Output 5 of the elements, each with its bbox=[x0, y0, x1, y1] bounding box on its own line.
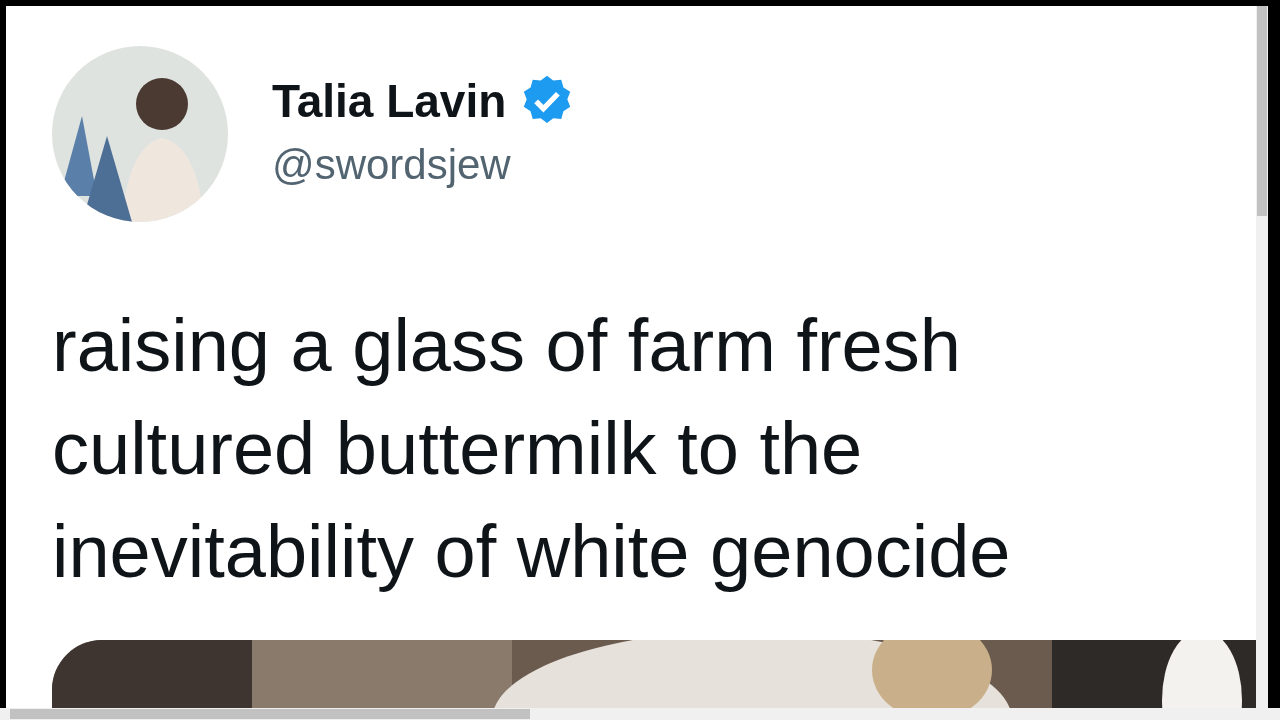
scrollbar[interactable] bbox=[1256, 6, 1268, 708]
scrollbar[interactable] bbox=[0, 708, 1280, 720]
author-name[interactable]: Talia Lavin bbox=[272, 78, 507, 124]
author-handle[interactable]: @swordsjew bbox=[272, 144, 577, 186]
tweet-text: raising a glass of farm fresh cultured buttermilk to the inevitability of white genocide bbox=[52, 303, 1012, 595]
